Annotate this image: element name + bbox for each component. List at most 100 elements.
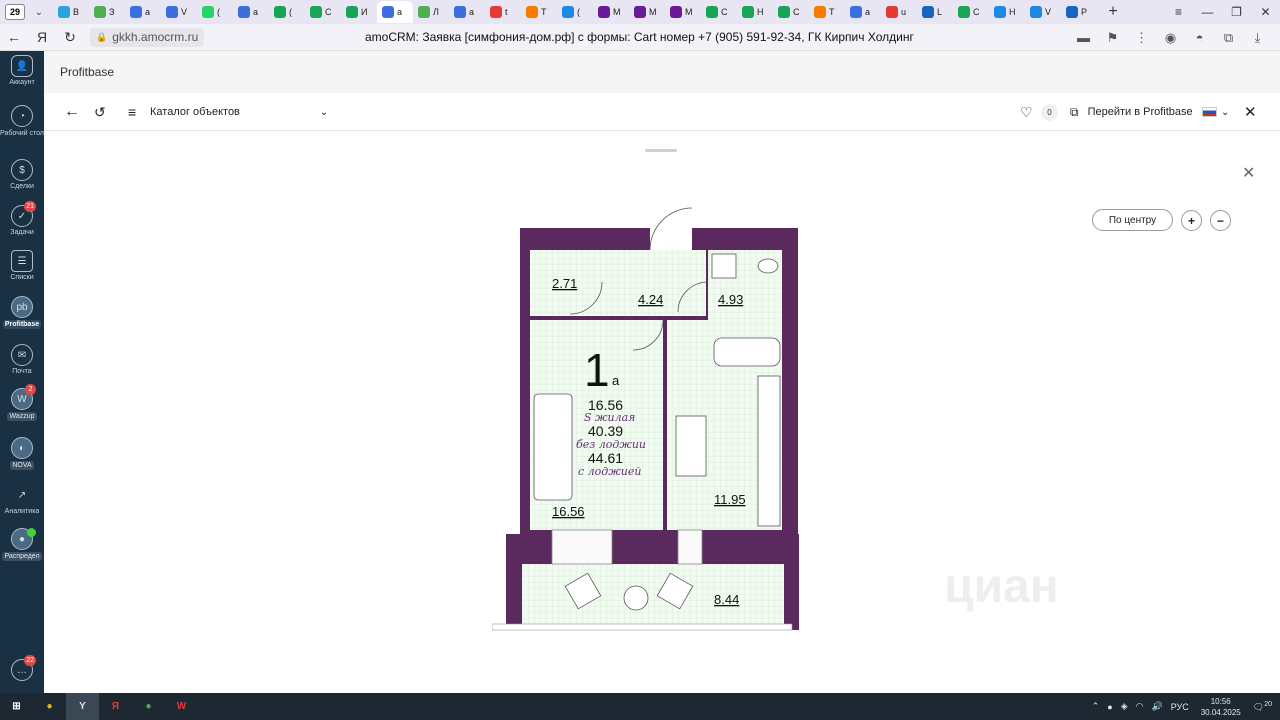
browser-tab[interactable]: M bbox=[665, 1, 701, 23]
download-icon[interactable]: ⤓ bbox=[1243, 30, 1272, 46]
catalog-dropdown[interactable]: Каталог объектов ⌄ bbox=[150, 93, 328, 131]
browser-tab[interactable]: a bbox=[845, 1, 881, 23]
sidebar-item-wazzup[interactable]: W 2 Wazzup bbox=[0, 384, 44, 421]
sidebar-item-deals[interactable]: $ Сделки bbox=[0, 159, 44, 190]
new-tab-button[interactable]: + bbox=[1103, 3, 1123, 21]
browser-tab[interactable]: С bbox=[953, 1, 989, 23]
browser-tab[interactable]: В bbox=[53, 1, 89, 23]
sidebar-item-lists[interactable]: ☰ Списки bbox=[0, 250, 44, 281]
browser-tab[interactable]: С bbox=[305, 1, 341, 23]
cian-icon bbox=[706, 6, 718, 18]
browser-tab[interactable]: С bbox=[773, 1, 809, 23]
taskbar-app[interactable]: ● bbox=[33, 693, 66, 720]
bookmark-icon[interactable]: ⚑ bbox=[1098, 30, 1127, 46]
tab-label: ( bbox=[577, 7, 580, 17]
reset-icon[interactable]: ↺ bbox=[94, 93, 106, 131]
extensions-puzzle-icon[interactable]: ⧉ bbox=[1214, 30, 1243, 46]
browser-tab[interactable]: a bbox=[449, 1, 485, 23]
menu-icon[interactable]: ≡ bbox=[1164, 5, 1193, 19]
center-button[interactable]: По центру bbox=[1092, 209, 1173, 231]
chevron-down-icon: ⌄ bbox=[319, 106, 329, 118]
comment-icon[interactable]: ▬ bbox=[1069, 30, 1098, 45]
language-selector[interactable]: ⌄ bbox=[1202, 93, 1229, 131]
browser-tab[interactable]: Л bbox=[413, 1, 449, 23]
browser-tab[interactable]: M bbox=[593, 1, 629, 23]
volume-icon[interactable]: 🔊 bbox=[1151, 701, 1162, 712]
more-icon[interactable]: ⋮ bbox=[1127, 30, 1156, 46]
browser-tab[interactable]: И bbox=[341, 1, 377, 23]
tab-count-button[interactable]: 29 bbox=[5, 4, 25, 20]
drag-handle[interactable] bbox=[645, 149, 677, 152]
language-indicator[interactable]: РУС bbox=[1171, 702, 1189, 712]
bars-icon bbox=[526, 6, 538, 18]
tab-label: И bbox=[361, 7, 368, 17]
browser-tab[interactable]: T bbox=[809, 1, 845, 23]
bars-icon bbox=[814, 6, 826, 18]
browser-tab[interactable]: Н bbox=[737, 1, 773, 23]
tray-app-icon[interactable]: ◈ bbox=[1121, 701, 1128, 712]
sidebar-item-mail[interactable]: ✉ Почта bbox=[0, 344, 44, 375]
extension-icon[interactable]: ◉ bbox=[1156, 30, 1185, 46]
browser-tab[interactable]: a bbox=[233, 1, 269, 23]
tray-app-icon[interactable]: ● bbox=[1107, 702, 1112, 712]
browser-tab[interactable]: ( bbox=[269, 1, 305, 23]
back-button[interactable]: ← bbox=[0, 29, 28, 45]
browser-tab[interactable]: ( bbox=[197, 1, 233, 23]
profile-icon[interactable]: ◓ bbox=[1185, 30, 1214, 45]
sidebar-item-label: Profitbase bbox=[2, 320, 42, 329]
notifications-count: 20 bbox=[1264, 700, 1272, 708]
chat-button[interactable]: … 22 bbox=[0, 655, 44, 683]
browser-tab[interactable]: V bbox=[1025, 1, 1061, 23]
browser-tab[interactable]: t bbox=[485, 1, 521, 23]
chevron-down-icon[interactable]: ⌄ bbox=[31, 7, 47, 18]
sidebar-item-profitbase[interactable]: pb Profitbase bbox=[0, 296, 44, 329]
sidebar-item-dashboard[interactable]: ◔ Рабочий стол bbox=[0, 105, 44, 138]
chevron-up-icon[interactable]: ⌃ bbox=[1092, 701, 1100, 712]
taskbar-app[interactable]: ● bbox=[132, 693, 165, 720]
browser-tab[interactable]: a bbox=[377, 1, 413, 23]
taskbar-app[interactable]: W bbox=[165, 693, 198, 720]
browser-tab[interactable]: ( bbox=[557, 1, 593, 23]
sidebar-item-distribution[interactable]: ● Распредел bbox=[0, 528, 44, 561]
clock[interactable]: 10:56 30.04.2025 bbox=[1201, 696, 1241, 718]
minimize-button[interactable]: — bbox=[1193, 5, 1222, 19]
browser-tab[interactable]: З bbox=[89, 1, 125, 23]
url-field[interactable]: 🔒 gkkh.amocrm.ru bbox=[90, 27, 205, 47]
wifi-icon[interactable]: ◠ bbox=[1136, 701, 1144, 712]
taskbar-app[interactable]: Y bbox=[66, 693, 99, 720]
cian-icon bbox=[274, 6, 286, 18]
brand-title: Profitbase bbox=[60, 65, 115, 79]
close-window-button[interactable]: ✕ bbox=[1251, 5, 1280, 19]
taskbar-app[interactable]: Я bbox=[99, 693, 132, 720]
taskbar-app[interactable]: ⊞ bbox=[0, 693, 33, 720]
zoom-out-button[interactable]: − bbox=[1210, 210, 1231, 231]
browser-tab[interactable]: V bbox=[161, 1, 197, 23]
sidebar-item-account[interactable]: 👤 Аккаунт bbox=[0, 55, 44, 86]
back-arrow-icon[interactable]: ← bbox=[64, 93, 80, 131]
browser-tab[interactable]: P bbox=[1061, 1, 1097, 23]
sidebar-item-analytics[interactable]: ↗ Аналитика bbox=[0, 484, 44, 516]
browser-tab[interactable]: a bbox=[125, 1, 161, 23]
browser-tab[interactable]: С bbox=[701, 1, 737, 23]
hamburger-icon[interactable]: ≡ bbox=[128, 93, 136, 131]
sidebar-item-label: Почта bbox=[12, 368, 32, 375]
restore-button[interactable]: ❐ bbox=[1222, 5, 1251, 19]
yandex-icon: Я bbox=[111, 701, 120, 712]
floor-plan[interactable]: 2.71 4.24 4.93 1 а 16.56 S жилая 40.39 б… bbox=[492, 186, 812, 636]
browser-tab[interactable]: M bbox=[629, 1, 665, 23]
notifications-icon[interactable]: 🗨20 bbox=[1253, 701, 1272, 713]
yandex-logo-icon[interactable]: Я bbox=[28, 29, 56, 45]
zoom-in-button[interactable]: + bbox=[1181, 210, 1202, 231]
browser-tab[interactable]: u bbox=[881, 1, 917, 23]
heart-icon[interactable]: ♡ bbox=[1020, 93, 1033, 131]
reload-button[interactable]: ↻ bbox=[56, 29, 84, 46]
browser-tab[interactable]: T bbox=[521, 1, 557, 23]
browser-tab[interactable]: Н bbox=[989, 1, 1025, 23]
goto-profitbase-link[interactable]: ⧉ Перейти в Profitbase bbox=[1070, 93, 1193, 131]
close-catalog-button[interactable]: ✕ bbox=[1244, 93, 1257, 131]
cian-icon bbox=[310, 6, 322, 18]
sidebar-item-nova[interactable]: ◐ NOVA bbox=[0, 437, 44, 470]
close-plan-button[interactable]: ✕ bbox=[1242, 163, 1255, 183]
browser-tab[interactable]: L bbox=[917, 1, 953, 23]
sidebar-item-tasks[interactable]: ✓ 21 Задачи bbox=[0, 201, 44, 236]
